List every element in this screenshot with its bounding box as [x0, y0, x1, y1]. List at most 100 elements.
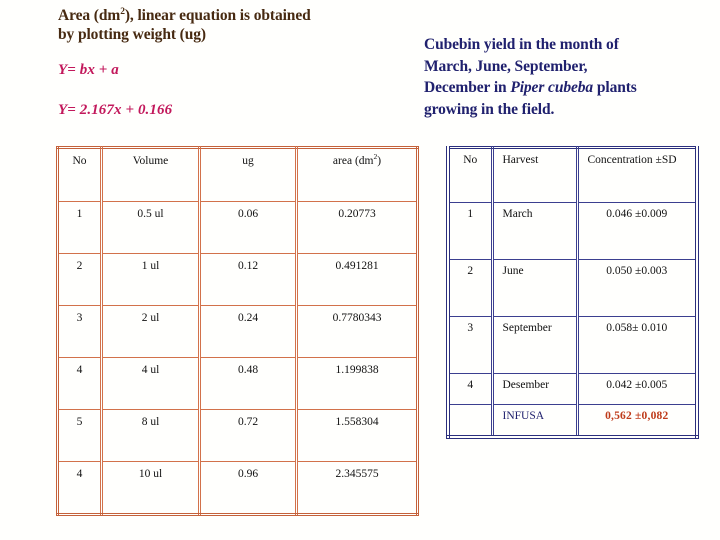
table-header-row: No Harvest Concentration ±SD [446, 146, 699, 203]
cell-no [446, 404, 494, 439]
value-no: 4 [76, 468, 83, 480]
left-heading-line-1-part-a: Area (dm [58, 7, 121, 24]
header-label-harvest: Harvest [502, 154, 539, 166]
table-row: 2 1 ul 0.12 0.491281 [56, 253, 419, 306]
value-volume: 4 ul [141, 364, 160, 376]
table-row: 4 4 ul 0.48 1.199838 [56, 357, 419, 410]
right-heading-line-3: December in Piper cubeba plants [424, 77, 692, 99]
header-cell-concentration: Concentration ±SD [575, 146, 699, 203]
cell-ug: 0.72 [198, 409, 298, 462]
slide-canvas: Area (dm2), linear equation is obtained … [0, 0, 720, 540]
value-harvest: Desember [502, 379, 550, 391]
right-heading-line-4: growing in the field. [424, 100, 555, 118]
header-cell-volume: Volume [100, 146, 201, 202]
value-no: 3 [76, 312, 83, 324]
cell-harvest: June [490, 259, 579, 317]
species-name: Piper cubeba [510, 79, 594, 96]
cell-no: 1 [446, 202, 494, 260]
yield-table: No Harvest Concentration ±SD 1 March 0.0… [446, 146, 699, 439]
cell-no: 1 [56, 201, 103, 254]
table-row: 3 September 0.058± 0.010 [446, 316, 699, 374]
header-cell-ug: ug [198, 146, 298, 202]
cell-concentration: 0.058± 0.010 [575, 316, 699, 374]
cell-volume: 8 ul [100, 409, 201, 462]
cell-concentration: 0.046 ±0.009 [575, 202, 699, 260]
value-volume: 10 ul [138, 468, 163, 480]
value-concentration: 0.050 ±0.003 [606, 265, 668, 277]
value-no: 4 [467, 379, 474, 391]
right-heading-line-2: March, June, September, [424, 57, 588, 75]
cell-harvest: INFUSA [490, 404, 579, 439]
header-label-ug: ug [242, 155, 254, 167]
cell-concentration: 0,562 ±0,082 [575, 404, 699, 439]
header-cell-no: No [446, 146, 494, 203]
value-ug: 0.72 [237, 416, 259, 428]
header-label-area: area (dm2) [298, 149, 416, 168]
value-ug: 0.96 [237, 468, 259, 480]
value-concentration: 0.058± 0.010 [606, 322, 668, 334]
value-concentration-infusa: 0,562 ±0,082 [605, 410, 669, 422]
left-heading-line-2: by plotting weight (ug) [58, 26, 206, 43]
cell-volume: 4 ul [100, 357, 201, 410]
value-no: 1 [467, 208, 474, 220]
cell-concentration: 0.042 ±0.005 [575, 373, 699, 405]
cell-harvest: Desember [490, 373, 579, 405]
value-volume: 1 ul [141, 260, 160, 272]
cell-no: 2 [56, 253, 103, 306]
header-label-concentration: Concentration ±SD [587, 154, 677, 166]
value-harvest: March [502, 208, 533, 220]
equation-general: Y= bx + a [58, 62, 119, 78]
cell-concentration: 0.050 ±0.003 [575, 259, 699, 317]
cell-area: 1.199838 [295, 357, 419, 410]
value-area: 1.199838 [335, 364, 379, 376]
cell-harvest: September [490, 316, 579, 374]
header-label-no: No [463, 154, 478, 166]
value-no: 4 [76, 364, 83, 376]
value-area: 2.345575 [335, 468, 379, 480]
right-heading-block: Cubebin yield in the month of March, Jun… [424, 34, 692, 120]
cell-no: 4 [56, 357, 103, 410]
value-harvest: June [502, 265, 524, 277]
value-concentration: 0.042 ±0.005 [606, 379, 668, 391]
value-area: 1.558304 [335, 416, 379, 428]
table-row: 4 Desember 0.042 ±0.005 [446, 373, 699, 405]
value-area: 0.20773 [338, 208, 376, 220]
cell-volume: 2 ul [100, 305, 201, 358]
value-ug: 0.12 [237, 260, 259, 272]
value-area: 0.7780343 [332, 312, 382, 324]
table-header-row: No Volume ug area (dm2) [56, 146, 419, 202]
cell-harvest: March [490, 202, 579, 260]
left-heading-block: Area (dm2), linear equation is obtained … [58, 6, 403, 119]
cell-no: 3 [56, 305, 103, 358]
cell-ug: 0.06 [198, 201, 298, 254]
header-cell-no: No [56, 146, 103, 202]
right-heading-line-1: Cubebin yield in the month of [424, 36, 619, 53]
header-label-area-text: area (dm [332, 155, 374, 167]
right-heading-line-3-part-a: December in [424, 79, 511, 96]
cell-volume: 1 ul [100, 253, 201, 306]
cell-ug: 0.12 [198, 253, 298, 306]
cell-no: 4 [56, 461, 103, 516]
cell-volume: 0.5 ul [100, 201, 201, 254]
value-no: 2 [467, 265, 474, 277]
cell-ug: 0.96 [198, 461, 298, 516]
header-cell-harvest: Harvest [490, 146, 579, 203]
header-label-area-suffix: ) [377, 155, 382, 167]
cell-ug: 0.48 [198, 357, 298, 410]
table-row: 2 June 0.050 ±0.003 [446, 259, 699, 317]
calibration-table: No Volume ug area (dm2) 1 0.5 ul 0.06 0.… [56, 146, 419, 516]
table-row: 1 0.5 ul 0.06 0.20773 [56, 201, 419, 254]
cell-area: 1.558304 [295, 409, 419, 462]
cell-volume: 10 ul [100, 461, 201, 516]
header-label-volume: Volume [132, 155, 169, 167]
value-ug: 0.06 [237, 208, 259, 220]
table-row: 1 March 0.046 ±0.009 [446, 202, 699, 260]
value-no: 3 [467, 322, 474, 334]
value-area: 0.491281 [335, 260, 379, 272]
value-harvest: September [502, 322, 552, 334]
cell-area: 2.345575 [295, 461, 419, 516]
value-ug: 0.24 [237, 312, 259, 324]
value-ug: 0.48 [237, 364, 259, 376]
value-no: 1 [76, 208, 83, 220]
table-row: 4 10 ul 0.96 2.345575 [56, 461, 419, 516]
